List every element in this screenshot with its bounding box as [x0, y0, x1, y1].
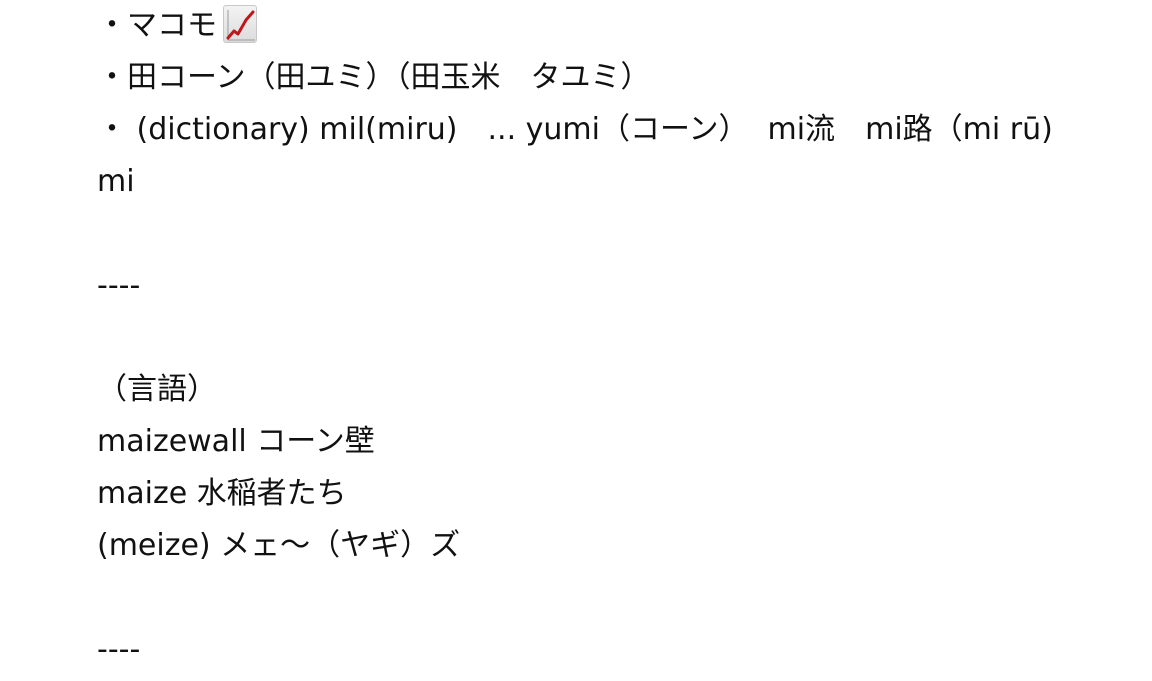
- line-text: ・田コーン（田ユミ）（田玉米 タユミ）: [97, 60, 651, 95]
- section-heading-language: （言語）: [97, 364, 217, 416]
- line-text: maize 水稲者たち: [97, 476, 347, 511]
- chart-increasing-icon: [223, 5, 257, 43]
- line-text: （言語）: [97, 372, 217, 407]
- line-text: ----: [97, 632, 141, 667]
- line-text: ・ (dictionary) mil(miru) ... yumi（コーン） m…: [97, 112, 1053, 147]
- separator-line: ----: [97, 260, 140, 312]
- separator-line: ----: [97, 624, 140, 676]
- line-text: (meize) メェ〜（ヤギ）ズ: [97, 528, 461, 563]
- text-line-maizewall: maizewall コーン壁: [97, 416, 375, 468]
- text-line-mi: mi: [97, 156, 135, 208]
- bullet-ta-corn: ・田コーン（田ユミ）（田玉米 タユミ）: [97, 52, 651, 104]
- line-text: maizewall コーン壁: [97, 424, 375, 459]
- line-text: ----: [97, 268, 141, 303]
- bullet-makomo: ・マコモ: [97, 0, 257, 52]
- text-line-maize: maize 水稲者たち: [97, 468, 347, 520]
- line-text: mi: [97, 164, 135, 199]
- bullet-dictionary: ・ (dictionary) mil(miru) ... yumi（コーン） m…: [97, 104, 1053, 156]
- line-text: ・マコモ: [97, 8, 217, 43]
- text-line-meize: (meize) メェ〜（ヤギ）ズ: [97, 520, 460, 572]
